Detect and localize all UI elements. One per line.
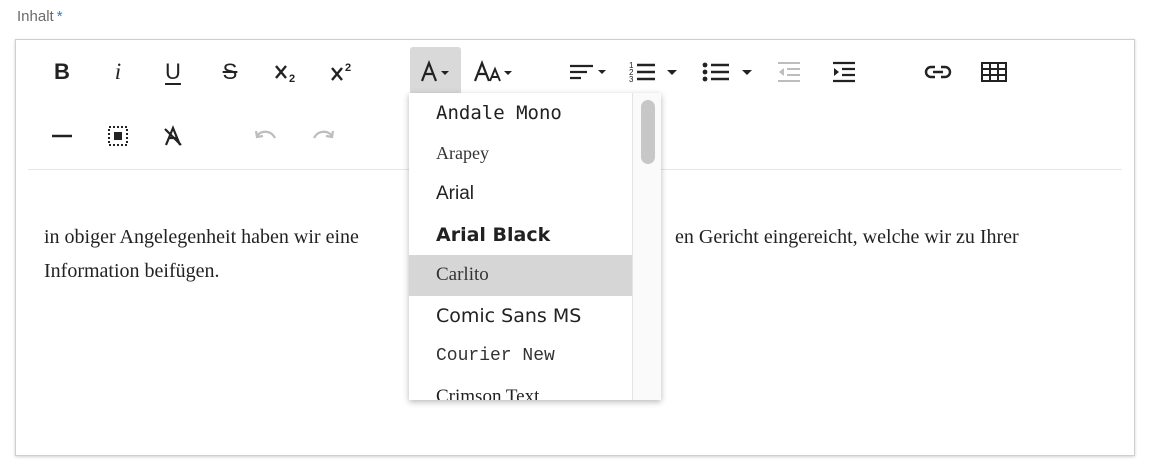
font-option-label: Arial Black [436,223,551,246]
font-option-arial[interactable]: Arial [409,174,632,215]
horizontal-line-button[interactable] [44,111,80,161]
link-icon [924,65,952,79]
underline-button[interactable]: U [155,47,191,97]
font-family-dropdown: Andale Mono Arapey Arial Arial Black Car… [409,93,661,400]
subscript-icon: 2 [275,65,295,84]
indent-button[interactable] [826,47,862,97]
font-option-arial-black[interactable]: Arial Black [409,215,632,256]
align-icon [570,64,606,80]
bold-button[interactable]: B [44,47,80,97]
svg-text:2: 2 [289,73,295,84]
unordered-list-icon [702,62,752,82]
font-size-icon [473,59,512,82]
clear-format-icon [164,125,182,146]
underline-icon: U [165,59,181,84]
subscript-button[interactable]: 2 [266,47,306,97]
unordered-list-button[interactable] [699,47,759,97]
font-option-label: Carlito [436,264,489,286]
ordered-list-icon: 1 2 3 [629,61,677,84]
svg-text:3: 3 [629,75,634,84]
field-label-text: Inhalt [17,8,54,25]
outdent-button[interactable] [771,47,807,97]
font-option-label: Crimson Text [436,385,540,400]
font-option-carlito[interactable]: Carlito [409,255,632,296]
strikethrough-icon: S [222,59,238,84]
strikethrough-button[interactable]: S [212,47,248,97]
select-all-icon [108,126,128,146]
font-family-list: Andale Mono Arapey Arial Arial Black Car… [409,93,632,400]
font-size-button[interactable] [469,47,521,97]
font-option-label: Andale Mono [436,102,562,125]
table-button[interactable] [975,47,1013,97]
required-mark: * [56,8,63,25]
font-option-label: Arial [436,183,475,205]
content-line-1-start: in obiger Angelegenheit haben wir eine [44,226,359,248]
redo-icon [313,130,335,139]
font-option-andale-mono[interactable]: Andale Mono [409,93,632,134]
ordered-list-button[interactable]: 1 2 3 [626,47,686,97]
font-option-courier-new[interactable]: Courier New [409,336,632,377]
link-button[interactable] [919,47,957,97]
svg-text:2: 2 [345,62,351,74]
indent-icon [833,61,855,83]
table-icon [981,62,1007,82]
clear-format-button[interactable] [155,111,191,161]
font-option-label: Courier New [436,346,555,367]
redo-button[interactable] [305,111,341,161]
align-button[interactable] [564,47,614,97]
select-all-button[interactable] [100,111,136,161]
font-family-button[interactable] [410,47,461,97]
font-option-crimson-text[interactable]: Crimson Text [409,377,632,400]
content-line-1-end: en Gericht eingereicht, welche wir zu Ih… [675,226,1019,248]
italic-icon: i [114,59,122,84]
font-option-label: Arapey [436,143,489,164]
bold-icon: B [54,59,70,84]
undo-icon [254,130,276,139]
horizontal-line-icon [52,134,72,138]
font-option-arapey[interactable]: Arapey [409,134,632,175]
superscript-icon: 2 [331,62,351,81]
superscript-button[interactable]: 2 [322,47,362,97]
outdent-icon [778,62,800,82]
field-label: Inhalt * [17,8,63,25]
font-option-comic-sans-ms[interactable]: Comic Sans MS [409,296,632,337]
font-family-icon [420,59,449,82]
italic-button[interactable]: i [100,47,136,97]
undo-button[interactable] [248,111,284,161]
dropdown-scrollbar[interactable] [632,93,661,400]
font-option-label: Comic Sans MS [436,304,582,327]
dropdown-scrollbar-thumb[interactable] [641,100,655,164]
